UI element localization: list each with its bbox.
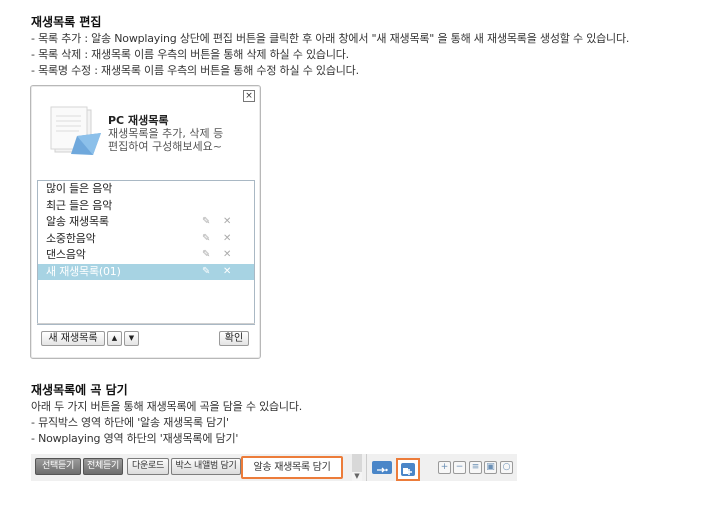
playlist-list: 많이 들은 음악 최근 들은 음악 알송 재생목록 ✎ ✕ 소중한음악 ✎ ✕ 댄스음악… bbox=[37, 180, 255, 325]
dialog-title: PC 재생목록 bbox=[108, 114, 169, 127]
text-line: - Nowplaying 영역 하단의 '재생목록에 담기' bbox=[31, 432, 239, 445]
delete-icon[interactable]: ✕ bbox=[223, 264, 231, 281]
box-album-button[interactable]: 박스 내앨범 담기 bbox=[171, 458, 241, 475]
playlist-item-label: 알송 재생목록 bbox=[46, 215, 109, 228]
delete-icon[interactable]: ✕ bbox=[223, 247, 231, 264]
document-icon bbox=[50, 106, 101, 155]
delete-icon[interactable]: ✕ bbox=[223, 214, 231, 231]
playlist-item[interactable]: 소중한음악 ✎ ✕ bbox=[38, 231, 254, 248]
dialog-desc-line: 편집하여 구성해보세요~ bbox=[108, 140, 222, 153]
download-button[interactable]: 다운로드 bbox=[127, 458, 169, 475]
text-line: - 목록 삭제 : 재생목록 이름 우측의 버튼을 통해 삭제 하실 수 있습니… bbox=[31, 48, 349, 61]
text-line: - 뮤직박스 영역 하단에 '알송 재생목록 담기' bbox=[31, 416, 229, 429]
text-line: 아래 두 가지 버튼을 통해 재생목록에 곡을 담을 수 있습니다. bbox=[31, 400, 303, 413]
add-to-playlist-icon-highlight[interactable] bbox=[396, 458, 420, 481]
playlist-item-label: 댄스음악 bbox=[46, 248, 86, 261]
playlist-edit-dialog: × PC 재생목록 재생목록을 추가, 삭제 등 편집하여 구성해보세요~ 많이… bbox=[30, 85, 261, 359]
minus-icon[interactable]: − bbox=[453, 461, 466, 474]
new-playlist-button[interactable]: 새 재생목록 bbox=[41, 331, 105, 346]
section-title-edit: 재생목록 편집 bbox=[31, 15, 102, 29]
close-icon[interactable]: × bbox=[243, 90, 255, 102]
plus-icon[interactable]: + bbox=[438, 461, 451, 474]
playlist-item[interactable]: 최근 들은 음악 bbox=[38, 198, 254, 215]
text-line: - 목록명 수정 : 재생목록 이름 우측의 버튼을 통해 수정 하실 수 있습… bbox=[31, 64, 359, 77]
scrollbar[interactable]: ▼ bbox=[352, 454, 362, 481]
playlist-item-label: 소중한음악 bbox=[46, 231, 96, 245]
playlist-item-label: 최근 들은 음악 bbox=[46, 198, 113, 212]
add-to-playlist-icon[interactable] bbox=[401, 463, 415, 476]
section-title-add-songs: 재생목록에 곡 담기 bbox=[31, 383, 128, 397]
playlist-item-selected[interactable]: 새 재생목록(01) ✎ ✕ bbox=[38, 263, 254, 281]
confirm-button[interactable]: 확인 bbox=[219, 331, 249, 346]
all-listen-button[interactable]: 전체듣기 bbox=[83, 458, 123, 475]
playlist-item-label: 많이 들은 음악 bbox=[46, 182, 113, 195]
delete-icon[interactable]: ✕ bbox=[223, 231, 231, 248]
playlist-item[interactable]: 알송 재생목록 ✎ ✕ bbox=[38, 214, 254, 231]
list-icon[interactable]: ≡ bbox=[469, 461, 482, 474]
dialog-desc-line: 재생목록을 추가, 삭제 등 bbox=[108, 127, 224, 140]
edit-icon[interactable]: ✎ bbox=[202, 264, 210, 281]
dialog-description: 재생목록을 추가, 삭제 등 편집하여 구성해보세요~ bbox=[108, 127, 258, 153]
select-listen-button[interactable]: 선택듣기 bbox=[35, 458, 81, 475]
alsong-playlist-add-button[interactable]: 알송 재생목록 담기 bbox=[241, 456, 343, 479]
edit-icon[interactable]: ✎ bbox=[202, 231, 210, 248]
move-down-button[interactable]: ▼ bbox=[124, 331, 139, 346]
divider bbox=[37, 323, 255, 324]
search-icon[interactable]: ○ bbox=[500, 461, 513, 474]
share-icon[interactable] bbox=[372, 461, 392, 474]
scroll-down-icon[interactable]: ▼ bbox=[352, 472, 362, 481]
edit-icon[interactable]: ✎ bbox=[202, 247, 210, 264]
playlist-item[interactable]: 댄스음악 ✎ ✕ bbox=[38, 247, 254, 264]
divider bbox=[366, 454, 367, 481]
save-icon[interactable]: ▣ bbox=[484, 461, 497, 474]
move-up-button[interactable]: ▲ bbox=[107, 331, 122, 346]
player-toolbar: 선택듣기 전체듣기 다운로드 박스 내앨범 담기 알송 재생목록 담기 ▼ + … bbox=[31, 454, 517, 481]
text-line: - 목록 추가 : 알송 Nowplaying 상단에 편집 버튼을 클릭한 후… bbox=[31, 32, 630, 45]
playlist-item-label: 새 재생목록(01) bbox=[46, 264, 121, 278]
playlist-item[interactable]: 많이 들은 음악 bbox=[38, 181, 254, 198]
edit-icon[interactable]: ✎ bbox=[202, 214, 210, 231]
